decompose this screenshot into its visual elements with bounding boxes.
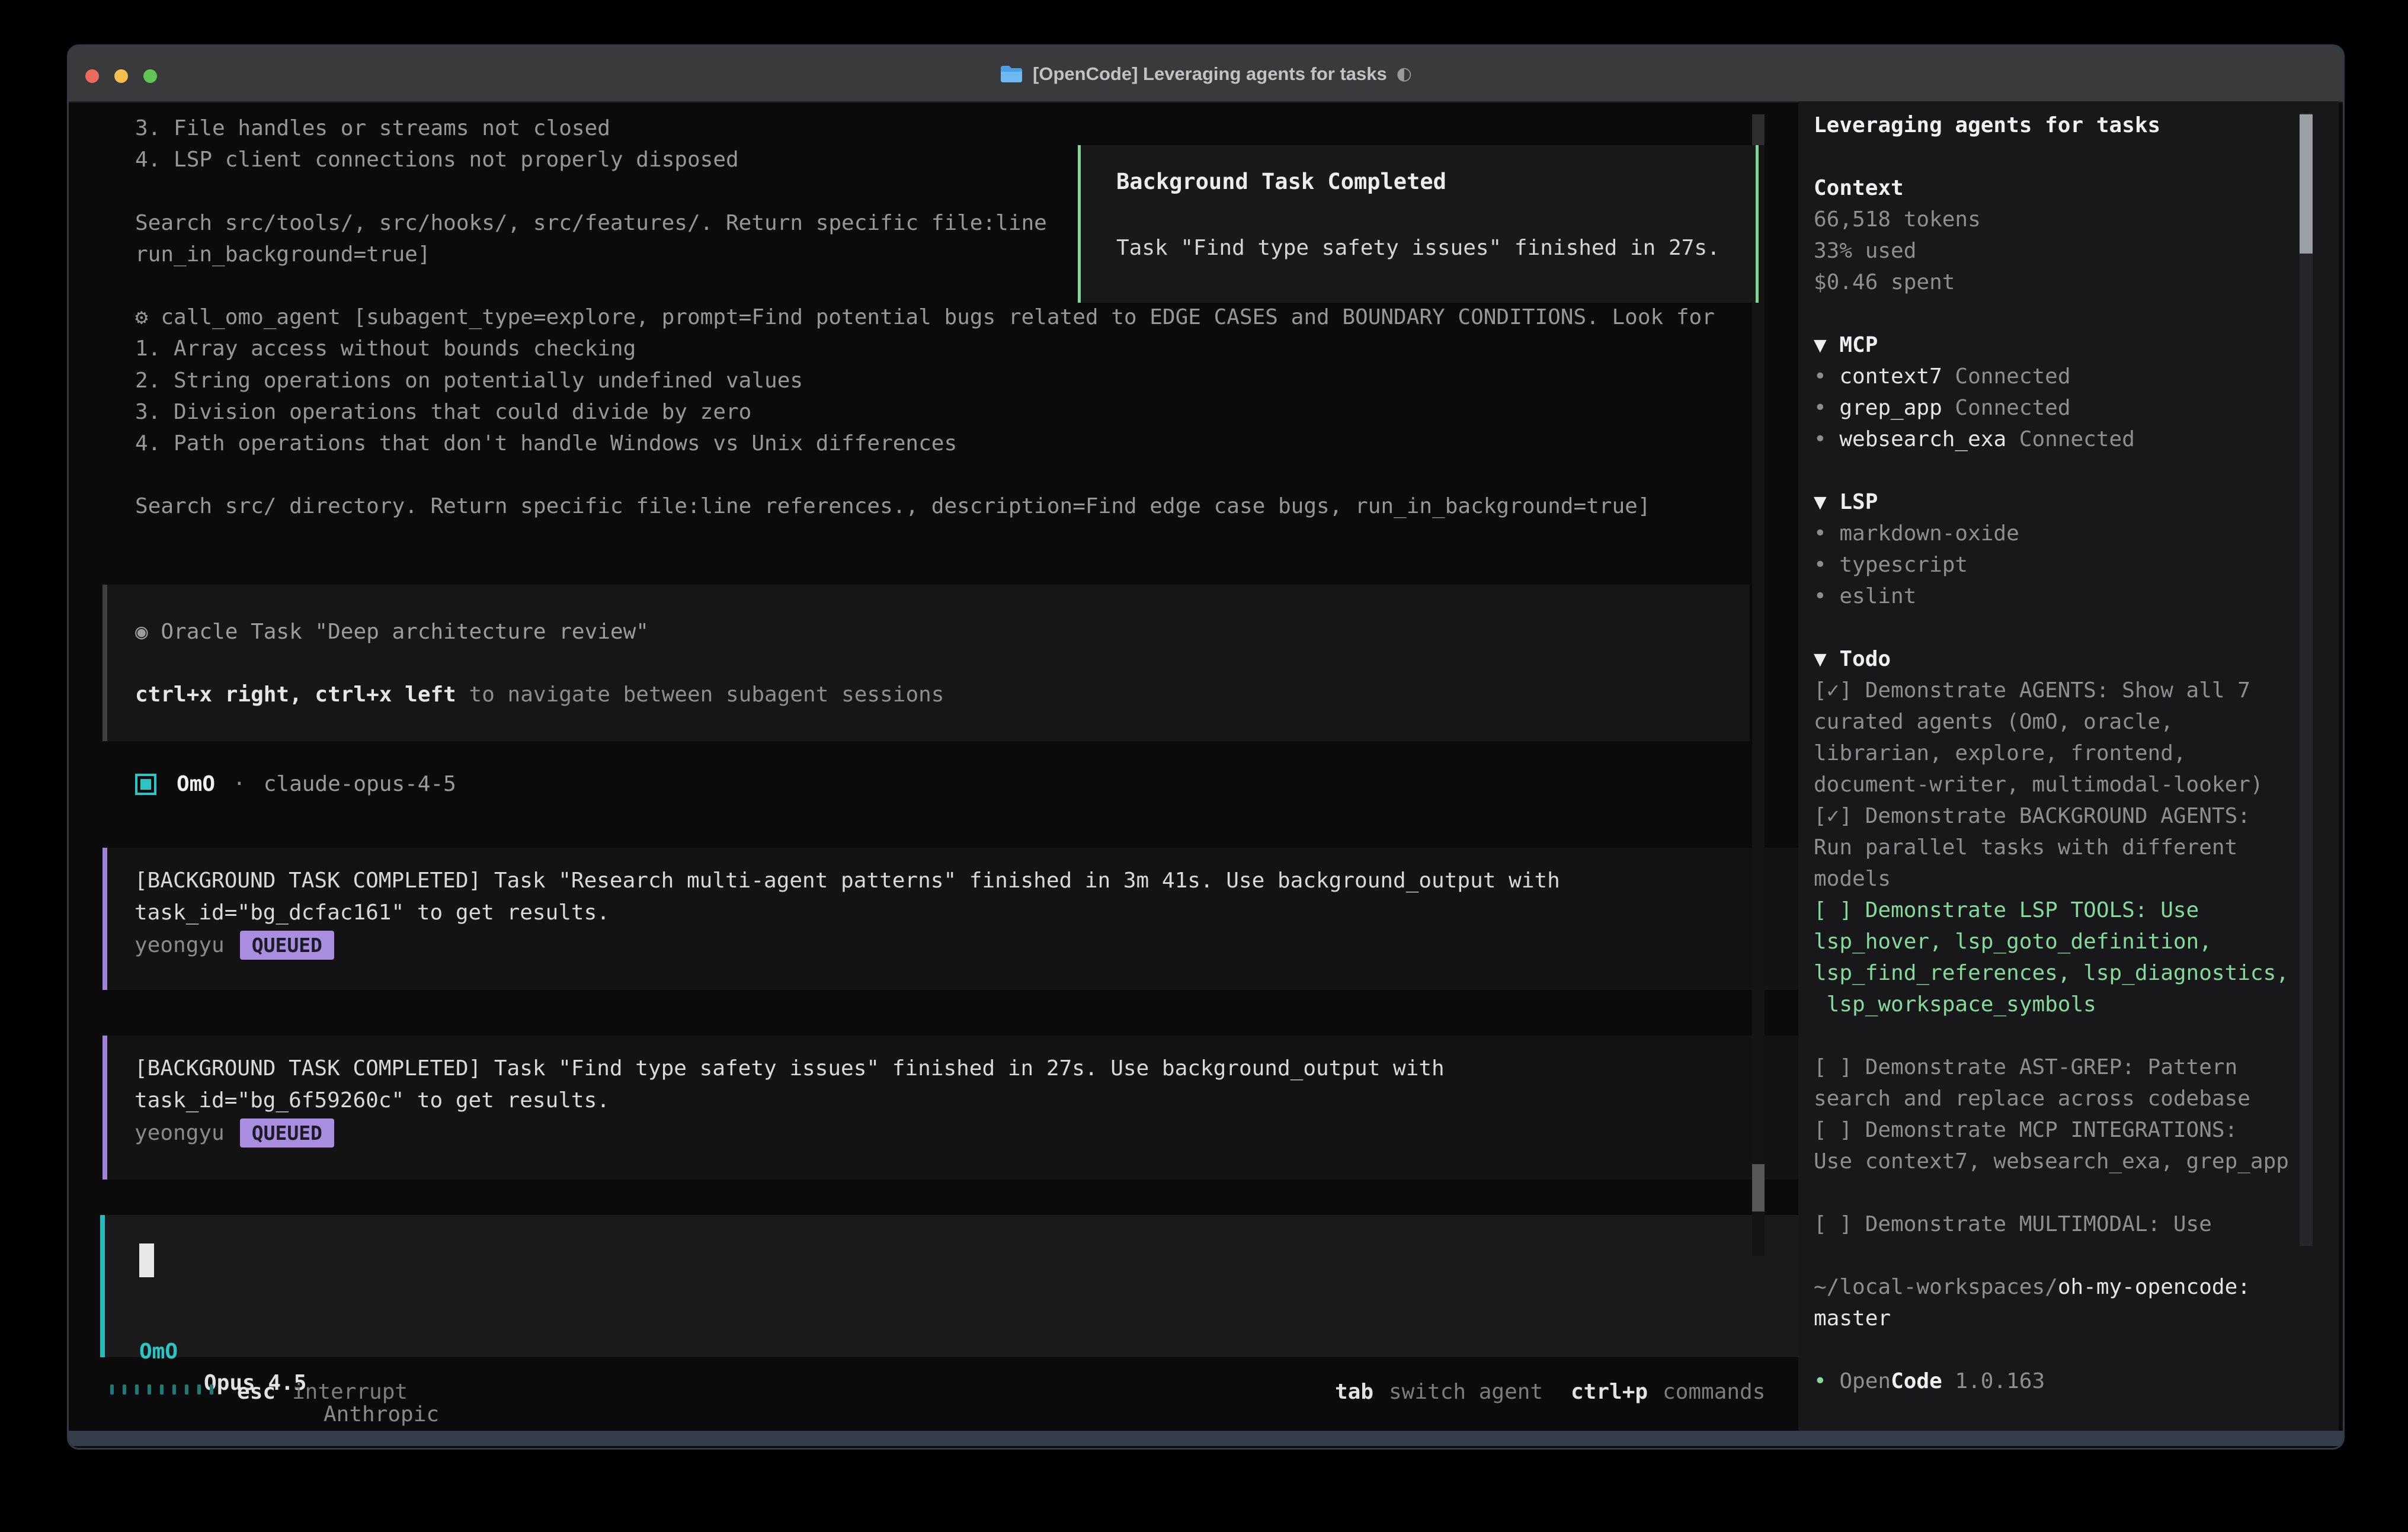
status-bar: esc interrupt tab switch agent ctrl+p co… (69, 1376, 1773, 1408)
background-task-message: [BACKGROUND TASK COMPLETED] Task "Resear… (103, 848, 1817, 990)
message-footer: yeongyu QUEUED (135, 1117, 1817, 1149)
agent-header: OmO · claude-opus-4-5 (135, 768, 456, 800)
model-selector[interactable]: OmO Opus 4.5 Anthropic (105, 1305, 1817, 1336)
background-task-message: [BACKGROUND TASK COMPLETED] Task "Find t… (103, 1036, 1817, 1180)
esc-key-label: interrupt (292, 1376, 408, 1408)
terminal-line: 4. Path operations that don't handle Win… (135, 428, 957, 459)
activity-spinner-icon (110, 1384, 213, 1395)
window-title-group: [OpenCode] Leveraging agents for tasks ◐ (69, 46, 2343, 101)
message-footer: yeongyu QUEUED (135, 929, 1817, 961)
folder-icon (1000, 65, 1023, 84)
queued-status-badge: QUEUED (240, 1118, 334, 1148)
terminal-line: 1. Array access without bounds checking (135, 333, 636, 364)
tab-key-label: switch agent (1389, 1376, 1543, 1408)
queued-status-badge: QUEUED (240, 931, 334, 960)
agent-model: claude-opus-4-5 (264, 772, 456, 796)
sidebar-scrollbar-track (2300, 113, 2313, 1246)
terminal-window: [OpenCode] Leveraging agents for tasks ◐… (67, 44, 2345, 1450)
oracle-hint-keys: ctrl+x right, ctrl+x left (135, 682, 456, 707)
tab-key-hint: tab (1335, 1376, 1373, 1408)
esc-key-hint: esc (237, 1376, 276, 1408)
message-author: yeongyu (135, 1121, 225, 1145)
terminal-line: 3. File handles or streams not closed (135, 113, 610, 144)
prompt-input[interactable]: OmO Opus 4.5 Anthropic (100, 1215, 1817, 1357)
toast-body: Task "Find type safety issues" finished … (1116, 236, 1720, 260)
oracle-task-box: ◉ Oracle Task "Deep architecture review"… (103, 585, 1750, 741)
titlebar[interactable]: [OpenCode] Leveraging agents for tasks ◐ (69, 46, 2343, 102)
message-line: task_id="bg_6f59260c" to get results. (135, 1085, 1817, 1117)
message-line: task_id="bg_dcfac161" to get results. (135, 897, 1817, 929)
agent-name: OmO (177, 772, 215, 796)
main-scrollbar-thumb[interactable] (1752, 1164, 1765, 1212)
ctrlp-key-hint: ctrl+p (1571, 1376, 1648, 1408)
omo-agent-icon (135, 774, 156, 795)
terminal-line: 4. LSP client connections not properly d… (135, 144, 739, 175)
terminal-line: 2. String operations on potentially unde… (135, 365, 803, 396)
toast-title: Background Task Completed (1116, 169, 1446, 194)
sidebar-scrollbar-thumb[interactable] (2300, 114, 2313, 254)
terminal-line: run_in_background=true] (135, 239, 431, 270)
message-line: [BACKGROUND TASK COMPLETED] Task "Resear… (135, 865, 1817, 897)
input-agent-name: OmO (139, 1336, 178, 1367)
terminal-line: ⚙ call_omo_agent [subagent_type=explore,… (135, 302, 1715, 333)
ctrlp-key-label: commands (1663, 1376, 1765, 1408)
message-line: [BACKGROUND TASK COMPLETED] Task "Find t… (135, 1053, 1817, 1085)
session-sidebar (1798, 101, 2339, 1431)
terminal-line: Search src/ directory. Return specific f… (135, 491, 1651, 522)
window-bottom-strip (69, 1431, 2343, 1446)
main-scrollbar-segment (1752, 114, 1765, 145)
proxy-icon: ◐ (1397, 63, 1412, 84)
oracle-hint-text: to navigate between subagent sessions (456, 682, 944, 707)
text-cursor (139, 1243, 154, 1277)
oracle-task-title: ◉ Oracle Task "Deep architecture review" (135, 616, 1750, 648)
window-title: [OpenCode] Leveraging agents for tasks (1033, 63, 1387, 85)
message-author: yeongyu (135, 933, 225, 957)
oracle-task-hint: ctrl+x right, ctrl+x left to navigate be… (135, 679, 1750, 710)
terminal-line: 3. Division operations that could divide… (135, 396, 751, 428)
background-task-toast: Background Task Completed Task "Find typ… (1078, 145, 1759, 303)
terminal-line: Search src/tools/, src/hooks/, src/featu… (135, 207, 1047, 239)
separator-dot: · (233, 772, 246, 796)
